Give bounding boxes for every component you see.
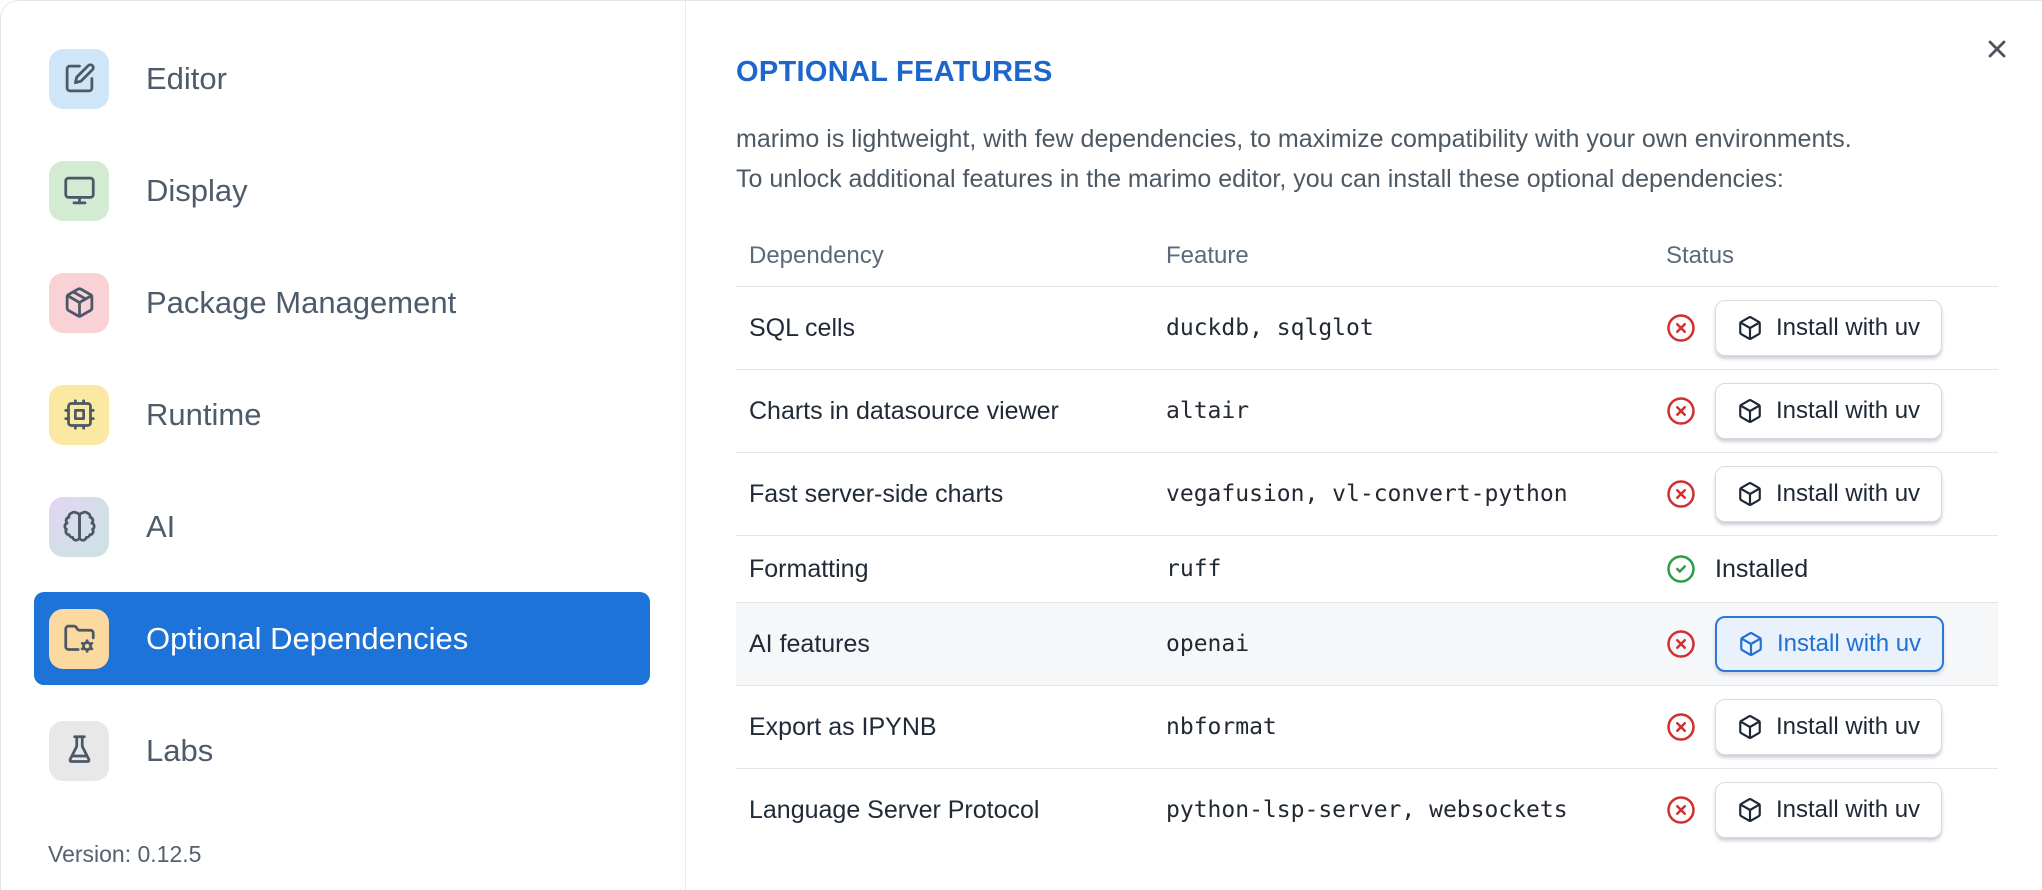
sidebar-item-runtime[interactable]: Runtime: [34, 368, 650, 461]
box-icon: [1739, 715, 1761, 739]
description-line: To unlock additional features in the mar…: [736, 165, 1784, 193]
box-icon: [1739, 316, 1761, 340]
description-line: marimo is lightweight, with few dependen…: [736, 125, 1852, 153]
not-installed-icon: [1666, 479, 1696, 509]
sidebar-item-label: Optional Dependencies: [146, 620, 469, 656]
status-cell: Install with uv: [1653, 699, 1998, 755]
dependency-cell: Charts in datasource viewer: [749, 396, 1059, 425]
install-button-label: Install with uv: [1776, 397, 1921, 424]
table-row: Formatting ruff Installed: [736, 536, 1998, 603]
box-icon: [1739, 482, 1761, 506]
sidebar-item-package-management[interactable]: Package Management: [34, 256, 650, 349]
sidebar-item-labs[interactable]: Labs: [34, 704, 650, 797]
feature-cell: ruff: [1166, 556, 1222, 582]
installed-check-icon: [1666, 554, 1696, 584]
status-cell: Install with uv: [1653, 383, 1998, 439]
sidebar-item-label: Labs: [146, 732, 214, 768]
sidebar-item-label: Editor: [146, 60, 227, 96]
box-icon: [1739, 798, 1761, 822]
table-row: AI features openai Install with uv: [736, 603, 1998, 686]
page-title: OPTIONAL FEATURES: [736, 56, 1053, 88]
close-icon[interactable]: [1979, 31, 2015, 67]
install-with-uv-button[interactable]: Install with uv: [1715, 300, 1943, 356]
install-with-uv-button[interactable]: Install with uv: [1715, 782, 1943, 838]
sidebar-item-label: AI: [146, 508, 176, 544]
feature-cell: nbformat: [1166, 714, 1277, 740]
brain-icon: [49, 496, 109, 557]
install-with-uv-button[interactable]: Install with uv: [1715, 383, 1943, 439]
table-row: Fast server-side charts vegafusion, vl-c…: [736, 453, 1998, 536]
feature-cell: vegafusion, vl-convert-python: [1166, 481, 1568, 507]
table-row: Export as IPYNB nbformat Install with uv: [736, 686, 1998, 769]
optional-features-panel: OPTIONAL FEATURES marimo is lightweight,…: [686, 1, 2042, 890]
feature-cell: altair: [1166, 398, 1250, 424]
box-icon: [1740, 632, 1762, 656]
package-icon: [49, 272, 109, 333]
not-installed-icon: [1666, 712, 1696, 742]
dependencies-table: Dependency Feature Status SQL cells duck…: [736, 225, 1998, 851]
column-header-status: Status: [1666, 241, 1735, 269]
settings-sidebar: Editor Display Package Management Runtim…: [1, 1, 686, 890]
feature-cell: python-lsp-server, websockets: [1166, 797, 1568, 823]
install-button-label: Install with uv: [1776, 314, 1921, 341]
sidebar-item-ai[interactable]: AI: [34, 480, 650, 573]
table-row: Language Server Protocol python-lsp-serv…: [736, 769, 1998, 851]
status-cell: Install with uv: [1653, 782, 1998, 838]
dependency-cell: Export as IPYNB: [749, 712, 937, 741]
status-cell: Installed: [1653, 549, 1998, 589]
install-button-label: Install with uv: [1776, 713, 1921, 740]
box-icon: [1739, 399, 1761, 423]
dependency-cell: Fast server-side charts: [749, 479, 1004, 508]
table-row: SQL cells duckdb, sqlglot Install with u…: [736, 287, 1998, 370]
not-installed-icon: [1666, 795, 1696, 825]
description: marimo is lightweight, with few dependen…: [736, 119, 1998, 199]
status-cell: Install with uv: [1653, 616, 1998, 672]
install-button-label: Install with uv: [1777, 630, 1922, 657]
sidebar-item-label: Display: [146, 172, 248, 208]
folder-cog-icon: [49, 608, 109, 669]
sidebar-item-label: Runtime: [146, 396, 262, 432]
sidebar-item-editor[interactable]: Editor: [34, 32, 650, 125]
not-installed-icon: [1666, 629, 1696, 659]
sidebar-item-display[interactable]: Display: [34, 144, 650, 237]
dependency-cell: Language Server Protocol: [749, 795, 1040, 824]
column-header-feature: Feature: [1166, 241, 1249, 269]
sidebar-item-optional-dependencies[interactable]: Optional Dependencies: [34, 592, 650, 685]
install-with-uv-button[interactable]: Install with uv: [1715, 699, 1943, 755]
installed-status-text: Installed: [1715, 554, 1809, 583]
install-with-uv-button[interactable]: Install with uv: [1715, 616, 1945, 672]
dependency-cell: AI features: [749, 629, 870, 658]
feature-cell: openai: [1166, 631, 1250, 657]
monitor-icon: [49, 160, 109, 221]
table-row: Charts in datasource viewer altair Insta…: [736, 370, 1998, 453]
not-installed-icon: [1666, 313, 1696, 343]
cpu-icon: [49, 384, 109, 445]
flask-icon: [49, 720, 109, 781]
dependency-cell: SQL cells: [749, 313, 856, 342]
install-button-label: Install with uv: [1776, 480, 1921, 507]
install-with-uv-button[interactable]: Install with uv: [1715, 466, 1943, 522]
table-header-row: Dependency Feature Status: [736, 225, 1998, 287]
status-cell: Install with uv: [1653, 300, 1998, 356]
version-label: Version: 0.12.5: [48, 841, 202, 867]
status-cell: Install with uv: [1653, 466, 1998, 522]
column-header-dependency: Dependency: [749, 241, 884, 269]
install-button-label: Install with uv: [1776, 796, 1921, 823]
square-pen-icon: [49, 48, 109, 109]
not-installed-icon: [1666, 396, 1696, 426]
feature-cell: duckdb, sqlglot: [1166, 315, 1374, 341]
sidebar-item-label: Package Management: [146, 284, 457, 320]
dependency-cell: Formatting: [749, 554, 869, 583]
settings-dialog: Editor Display Package Management Runtim…: [0, 0, 2042, 890]
